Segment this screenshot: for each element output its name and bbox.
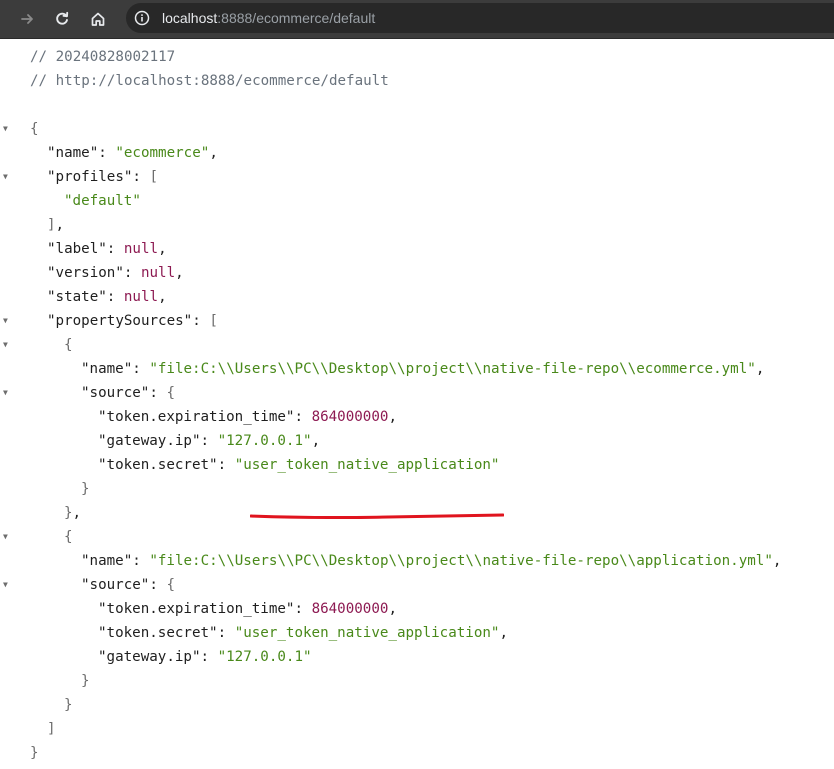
json-key: "profiles" — [47, 169, 133, 185]
json-line-entry: "gateway.ip": "127.0.0.1" — [98, 649, 312, 665]
home-button[interactable] — [84, 5, 112, 33]
json-line-profiles-close: ], — [47, 217, 65, 233]
fold-toggle-icon[interactable]: ▼ — [3, 333, 13, 357]
json-string: "default" — [64, 193, 141, 209]
json-string: "user_token_native_application" — [234, 625, 500, 641]
json-key: "token.expiration_time" — [98, 409, 295, 425]
source-item-close: }, — [64, 505, 82, 521]
json-line-source-name: "name": "file:C:\\Users\\PC\\Desktop\\pr… — [81, 361, 765, 377]
home-icon — [91, 12, 105, 26]
json-string: "127.0.0.1" — [217, 649, 312, 665]
json-key: "gateway.ip" — [98, 649, 201, 665]
fold-toggle-icon[interactable]: ▼ — [3, 525, 13, 549]
fold-toggle-icon[interactable]: ▼ — [3, 309, 13, 333]
json-null: null — [123, 289, 159, 305]
source-close-brace: } — [81, 673, 90, 689]
red-underline-annotation — [250, 513, 504, 519]
json-line-entry: "token.expiration_time": 864000000, — [98, 601, 397, 617]
json-key: "source" — [81, 577, 150, 593]
json-number: 864000000 — [311, 409, 389, 425]
json-line-source: "source": { — [81, 385, 175, 401]
back-button[interactable] — [13, 5, 41, 33]
json-line-profiles: "profiles": [ — [47, 169, 159, 185]
json-line-property-sources: "propertySources": [ — [47, 313, 218, 329]
url-comment: // http://localhost:8888/ecommerce/defau… — [30, 73, 389, 89]
reload-icon — [56, 11, 69, 25]
json-line-source-name: "name": "file:C:\\Users\\PC\\Desktop\\pr… — [81, 553, 782, 569]
json-key: "token.secret" — [98, 457, 218, 473]
fold-toggle-icon[interactable]: ▼ — [3, 165, 13, 189]
json-key: "name" — [81, 553, 133, 569]
json-line-source: "source": { — [81, 577, 175, 593]
json-key: "gateway.ip" — [98, 433, 201, 449]
url-text: localhost:8888/ecommerce/default — [162, 9, 375, 27]
json-key: "label" — [47, 241, 107, 257]
json-line-profile-item: "default" — [64, 189, 141, 213]
json-key: "token.secret" — [98, 625, 218, 641]
url-path: :8888/ecommerce/default — [217, 10, 376, 26]
back-arrow-icon — [21, 14, 33, 24]
json-null: null — [123, 241, 159, 257]
json-line-version: "version": null, — [47, 265, 184, 281]
json-line-entry: "token.secret": "user_token_native_appli… — [98, 457, 500, 473]
json-key: "token.expiration_time" — [98, 601, 295, 617]
json-line-name: "name": "ecommerce", — [47, 145, 218, 161]
json-line-entry: "gateway.ip": "127.0.0.1", — [98, 433, 321, 449]
json-string: "file:C:\\Users\\PC\\Desktop\\project\\n… — [149, 361, 756, 377]
json-line-entry: "token.secret": "user_token_native_appli… — [98, 625, 509, 641]
json-null: null — [140, 265, 176, 281]
url-host: localhost — [162, 10, 218, 26]
json-line-label: "label": null, — [47, 241, 167, 257]
json-key: "version" — [47, 265, 124, 281]
source-close-brace: } — [81, 481, 90, 497]
json-line-state: "state": null, — [47, 289, 167, 305]
json-string: "file:C:\\Users\\PC\\Desktop\\project\\n… — [149, 553, 773, 569]
json-key: "name" — [47, 145, 99, 161]
json-key: "state" — [47, 289, 107, 305]
browser-toolbar: localhost:8888/ecommerce/default — [0, 0, 834, 39]
json-key: "name" — [81, 361, 133, 377]
source-open-brace: { — [64, 529, 73, 545]
site-info-icon[interactable] — [134, 10, 150, 26]
source-open-brace: { — [64, 337, 73, 353]
json-key: "propertySources" — [47, 313, 193, 329]
fold-toggle-icon[interactable]: ▼ — [3, 117, 13, 141]
address-bar[interactable]: localhost:8888/ecommerce/default — [126, 3, 834, 33]
fold-toggle-icon[interactable]: ▼ — [3, 573, 13, 597]
json-viewer: // 20240828002117 // http://localhost:88… — [0, 40, 834, 769]
timestamp-comment: // 20240828002117 — [30, 49, 176, 65]
fold-toggle-icon[interactable]: ▼ — [3, 381, 13, 405]
property-sources-close: ] — [47, 721, 56, 737]
json-string-highlighted: "user_token_native_application" — [234, 457, 500, 473]
root-open-brace: { — [30, 121, 39, 137]
json-string: "ecommerce" — [115, 145, 210, 161]
reload-button[interactable] — [48, 5, 76, 33]
json-line-entry: "token.expiration_time": 864000000, — [98, 409, 397, 425]
json-number: 864000000 — [311, 601, 389, 617]
source-item-close: } — [64, 697, 73, 713]
json-string: "127.0.0.1" — [217, 433, 312, 449]
json-key: "source" — [81, 385, 150, 401]
root-close-brace: } — [30, 745, 39, 761]
